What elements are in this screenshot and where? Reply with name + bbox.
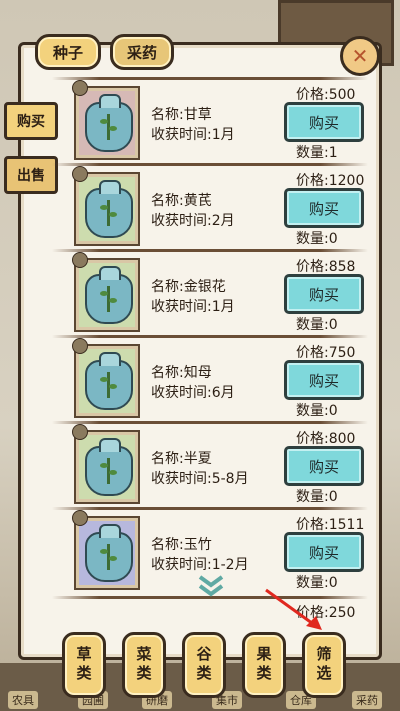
item-image-frame	[72, 252, 140, 332]
herb-sprig-icon	[100, 200, 117, 226]
row-divider	[52, 421, 368, 424]
bottom-label-tools[interactable]: 农具	[8, 691, 38, 709]
bottom-label-herb[interactable]: 采药	[352, 691, 382, 709]
item-row: 名称:知母 收获时间:6月 价格:750 购买 数量:0	[48, 338, 368, 430]
category-grain[interactable]: 谷类	[182, 632, 226, 698]
row-divider	[52, 335, 368, 338]
tab-herb[interactable]: 采药	[110, 34, 174, 70]
herb-sprig-icon	[100, 114, 117, 140]
item-name: 名称:玉竹	[151, 537, 212, 553]
item-price: 价格:800	[296, 431, 356, 447]
item-row: 名称:半夏 收获时间:5-8月 价格:800 购买 数量:0	[48, 424, 368, 516]
seed-badge-icon	[72, 166, 88, 182]
row-divider	[52, 507, 368, 510]
seed-pouch-icon	[85, 524, 133, 582]
item-quantity: 数量:0	[296, 231, 338, 247]
item-row: 名称:黄芪 收获时间:2月 价格:1200 购买 数量:0	[48, 166, 368, 258]
category-vegetable[interactable]: 菜类	[122, 632, 166, 698]
item-harvest-time: 收获时间:1月	[151, 127, 235, 143]
row-divider	[52, 163, 368, 166]
item-harvest-time: 收获时间:6月	[151, 385, 235, 401]
item-price: 价格:858	[296, 259, 356, 275]
item-harvest-time: 收获时间:5-8月	[151, 471, 249, 487]
item-image-frame	[72, 424, 140, 504]
item-price: 价格:500	[296, 87, 356, 103]
seed-pouch-icon	[85, 94, 133, 152]
seed-badge-icon	[72, 80, 88, 96]
buy-button[interactable]: 购买	[284, 188, 364, 228]
tab-seed[interactable]: 种子	[35, 34, 101, 70]
item-harvest-time: 收获时间:1月	[151, 299, 235, 315]
herb-sprig-icon	[100, 286, 117, 312]
buy-button[interactable]: 购买	[284, 446, 364, 486]
item-image-frame	[72, 166, 140, 246]
item-harvest-time: 收获时间:1-2月	[151, 557, 249, 573]
herb-sprig-icon	[100, 458, 117, 484]
close-icon: ✕	[351, 44, 369, 68]
buy-button[interactable]: 购买	[284, 532, 364, 572]
category-fruit[interactable]: 果类	[242, 632, 286, 698]
item-price: 价格:1200	[296, 173, 365, 189]
seed-badge-icon	[72, 338, 88, 354]
item-quantity: 数量:0	[296, 489, 338, 505]
seed-badge-icon	[72, 252, 88, 268]
seed-pouch-icon	[85, 180, 133, 238]
item-name: 名称:黄芪	[151, 193, 212, 209]
close-button[interactable]: ✕	[340, 36, 380, 76]
item-row: 名称:甘草 收获时间:1月 价格:500 购买 数量:1	[48, 80, 368, 172]
scroll-down-icon[interactable]	[196, 574, 226, 598]
row-divider	[52, 77, 368, 80]
arrow-icon	[265, 588, 322, 630]
category-grass[interactable]: 草类	[62, 632, 106, 698]
herb-sprig-icon	[100, 544, 117, 570]
item-quantity: 数量:0	[296, 317, 338, 333]
buy-button[interactable]: 购买	[284, 360, 364, 400]
item-harvest-time: 收获时间:2月	[151, 213, 235, 229]
item-quantity: 数量:0	[296, 403, 338, 419]
item-name: 名称:知母	[151, 365, 212, 381]
item-name: 名称:金银花	[151, 279, 226, 295]
seed-pouch-icon	[85, 352, 133, 410]
buy-button[interactable]: 购买	[284, 102, 364, 142]
item-image-frame	[72, 80, 140, 160]
seed-pouch-icon	[85, 438, 133, 496]
item-name: 名称:甘草	[151, 107, 212, 123]
seed-badge-icon	[72, 424, 88, 440]
item-name: 名称:半夏	[151, 451, 212, 467]
item-image-frame	[72, 510, 140, 590]
item-image-frame	[72, 338, 140, 418]
buy-button[interactable]: 购买	[284, 274, 364, 314]
item-quantity: 数量:1	[296, 145, 338, 161]
item-price: 价格:750	[296, 345, 356, 361]
seed-pouch-icon	[85, 266, 133, 324]
herb-sprig-icon	[100, 372, 117, 398]
item-row: 名称:金银花 收获时间:1月 价格:858 购买 数量:0	[48, 252, 368, 344]
item-price: 价格:1511	[296, 517, 365, 533]
row-divider	[52, 249, 368, 252]
seed-badge-icon	[72, 510, 88, 526]
category-filter[interactable]: 筛选	[302, 632, 346, 698]
